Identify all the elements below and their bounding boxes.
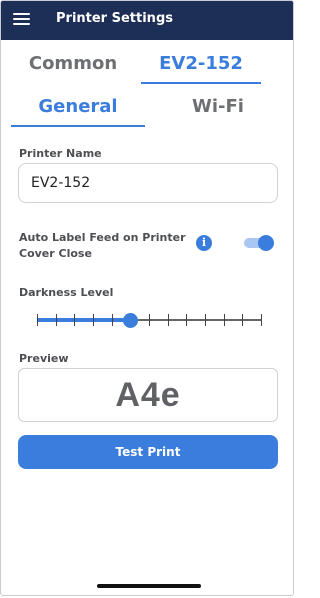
- toggle-knob: [258, 235, 274, 251]
- slider-tick: [205, 314, 206, 326]
- tab-wifi[interactable]: Wi-Fi: [151, 93, 285, 127]
- slider-fill: [37, 318, 130, 322]
- preview-box: A4e: [18, 368, 278, 422]
- darkness-slider[interactable]: [37, 310, 262, 330]
- auto-label-feed-label: Auto Label Feed on Printer Cover Close: [19, 231, 186, 260]
- info-icon[interactable]: i: [196, 235, 212, 251]
- slider-tick: [56, 314, 57, 326]
- slider-tick: [93, 314, 94, 326]
- auto-label-feed-toggle[interactable]: [244, 235, 274, 251]
- slider-thumb[interactable]: [123, 313, 138, 328]
- slider-tick: [37, 314, 38, 326]
- hamburger-menu-icon[interactable]: [13, 13, 31, 27]
- darkness-level-label: Darkness Level: [19, 286, 114, 299]
- tab-ev2-152[interactable]: EV2-152: [141, 50, 261, 84]
- test-print-button[interactable]: Test Print: [18, 435, 278, 469]
- slider-tick: [224, 314, 225, 326]
- slider-tick: [112, 314, 113, 326]
- slider-tick: [242, 314, 243, 326]
- printer-name-label: Printer Name: [19, 147, 102, 160]
- preview-label: Preview: [19, 352, 69, 365]
- slider-tick: [186, 314, 187, 326]
- slider-tick: [168, 314, 169, 326]
- slider-tick: [149, 314, 150, 326]
- page-title: Printer Settings: [56, 11, 173, 26]
- preview-text: A4e: [115, 376, 181, 414]
- home-indicator[interactable]: [97, 584, 201, 588]
- device-tabs: Common EV2-152: [1, 50, 293, 84]
- printer-name-input[interactable]: EV2-152: [18, 163, 278, 203]
- tab-general[interactable]: General: [11, 93, 145, 127]
- phone-screen: Printer Settings Common EV2-152 General …: [0, 0, 294, 596]
- app-header: Printer Settings: [1, 1, 293, 40]
- tab-common[interactable]: Common: [15, 50, 131, 84]
- slider-tick: [74, 314, 75, 326]
- slider-tick: [261, 314, 262, 326]
